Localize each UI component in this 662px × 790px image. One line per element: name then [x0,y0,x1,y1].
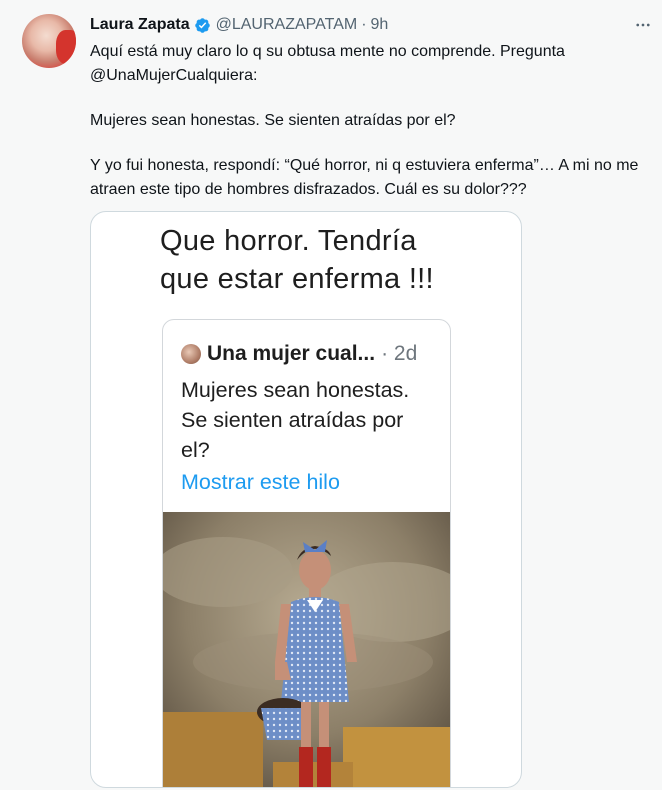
media-caption-line: Que horror. Tendría [160,225,417,257]
media-caption: Que horror. Tendría que estar enferma !!… [160,222,434,298]
author-handle[interactable]: @LAURAZAPATAM [216,16,358,34]
quoted-time: · 2d [381,342,418,365]
tweet-text: Aquí está muy claro lo q su obtusa mente… [90,40,650,202]
tweet-header: Laura Zapata @LAURAZAPATAM · 9h [90,15,388,35]
author-avatar[interactable] [22,14,76,68]
quoted-text-line: Mujeres sean honestas. [181,378,410,402]
tweet-line: Mujeres sean honestas. Se sienten atraíd… [90,112,456,129]
tweet-line: Y yo fui honesta, respondí: “Qué horror,… [90,157,639,198]
show-thread-link: Mostrar este hilo [181,470,340,494]
media-caption-line: que estar enferma !!! [160,263,434,295]
verified-badge-icon [194,17,211,34]
more-options-icon[interactable] [632,14,654,36]
tweet[interactable]: Laura Zapata @LAURAZAPATAM · 9h Aquí est… [0,0,662,790]
tweet-media-image[interactable]: Que horror. Tendría que estar enferma !!… [90,211,522,788]
quoted-photo [163,512,450,787]
quoted-author-name: Una mujer cual... [207,342,376,365]
quoted-tweet-card: Una mujer cual... · 2d Mujeres sean hone… [162,319,451,787]
quoted-avatar [181,344,201,364]
quoted-text-line: el? [181,438,210,462]
author-name[interactable]: Laura Zapata [90,16,190,34]
quoted-header: Una mujer cual... · 2d [181,342,417,366]
quoted-text-line: Se sienten atraídas por [181,408,404,432]
mention-link[interactable]: @UnaMujerCualquiera: [90,64,650,88]
tweet-time[interactable]: 9h [371,16,389,34]
header-separator: · [361,16,367,33]
tweet-line: Aquí está muy claro lo q su obtusa mente… [90,43,565,60]
quoted-text: Mujeres sean honestas. Se sienten atraíd… [181,375,441,465]
